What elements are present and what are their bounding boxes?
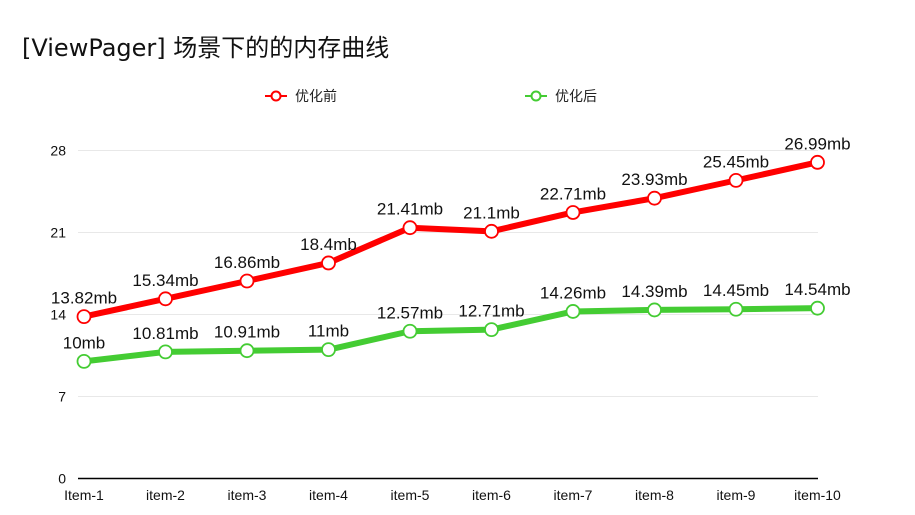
data-point[interactable]: [239, 273, 255, 289]
data-label: 12.71mb: [458, 302, 524, 321]
data-label: 15.34mb: [132, 271, 198, 290]
x-tick-label: item-10: [794, 487, 841, 503]
x-tick-label: item-2: [146, 487, 185, 503]
data-label: 12.57mb: [377, 303, 443, 322]
x-axis: Item-1 item-2 item-3 item-4 item-5 item-6 item…: [64, 487, 841, 503]
data-label: 26.99mb: [784, 134, 850, 153]
data-point[interactable]: [565, 304, 581, 319]
line-chart: 0 7 14 21 28 Item-1 item-2 item-3 item-4 item-5 i…: [50, 134, 851, 503]
y-tick-label: 0: [58, 471, 66, 487]
y-tick-label: 28: [50, 143, 66, 159]
data-label: 22.71mb: [540, 184, 606, 203]
data-label: 18.4mb: [300, 235, 357, 254]
data-label: 14.26mb: [540, 283, 606, 302]
data-point[interactable]: [402, 323, 418, 339]
data-point[interactable]: [402, 220, 418, 236]
chart-gridlines: [78, 150, 818, 480]
data-label: 23.93mb: [621, 170, 687, 189]
y-tick-label: 7: [58, 389, 66, 405]
data-label: 25.45mb: [703, 152, 769, 171]
data-point[interactable]: [76, 353, 92, 369]
data-point[interactable]: [810, 154, 825, 170]
x-tick-label: item-9: [717, 487, 756, 503]
data-label: 21.1mb: [463, 203, 520, 222]
data-point[interactable]: [484, 223, 499, 239]
data-point[interactable]: [647, 190, 662, 206]
data-point[interactable]: [239, 343, 255, 359]
data-point[interactable]: [321, 342, 336, 358]
data-point[interactable]: [158, 344, 173, 360]
x-tick-label: item-6: [472, 487, 511, 503]
data-point[interactable]: [728, 301, 744, 317]
data-point[interactable]: [76, 309, 92, 325]
y-tick-label: 21: [50, 225, 66, 241]
data-point[interactable]: [647, 302, 662, 318]
data-point[interactable]: [565, 205, 581, 220]
data-label: 10mb: [63, 333, 106, 352]
data-point[interactable]: [158, 291, 173, 307]
data-label: 21.41mb: [377, 200, 443, 219]
x-tick-label: item-3: [228, 487, 267, 503]
data-label: 16.86mb: [214, 253, 280, 272]
x-tick-label: Item-1: [64, 487, 104, 503]
y-axis: 0 7 14 21 28: [50, 143, 66, 487]
data-label: 14.45mb: [703, 281, 769, 300]
data-label: 13.82mb: [51, 289, 117, 308]
x-tick-label: item-5: [391, 487, 430, 503]
data-label: 11mb: [308, 322, 349, 341]
data-point[interactable]: [484, 322, 499, 338]
data-label: 14.39mb: [621, 282, 687, 301]
data-label: 10.81mb: [132, 324, 198, 343]
chart-data-labels: 13.82mb 15.34mb 16.86mb 18.4mb 21.41mb 21.1mb…: [51, 134, 851, 352]
x-tick-label: item-4: [309, 487, 348, 503]
data-point[interactable]: [321, 255, 336, 271]
data-label: 14.54mb: [784, 280, 850, 299]
x-tick-label: item-8: [635, 487, 674, 503]
x-tick-label: item-7: [554, 487, 593, 503]
data-point[interactable]: [810, 300, 825, 316]
data-label: 10.91mb: [214, 323, 280, 342]
data-point[interactable]: [728, 172, 744, 188]
y-tick-label: 14: [50, 307, 66, 323]
